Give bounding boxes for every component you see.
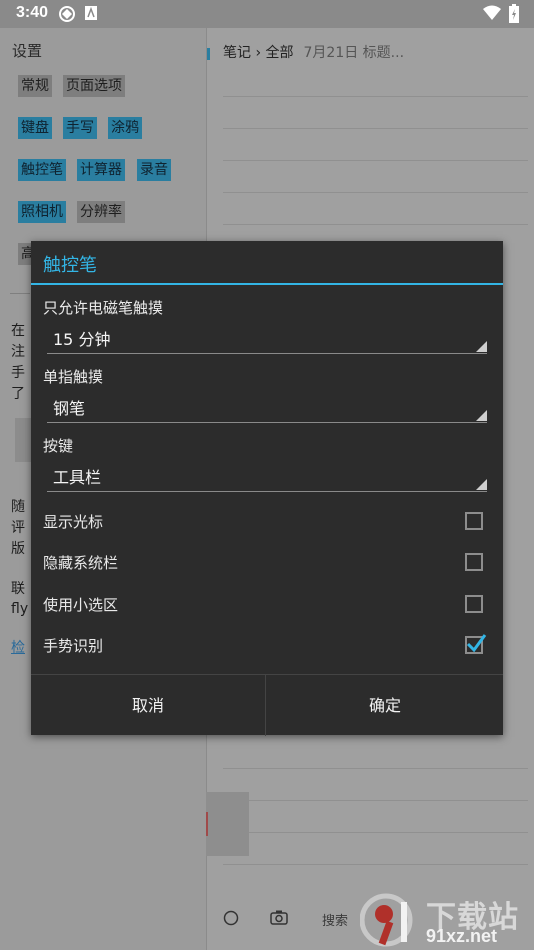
chip-page-options[interactable]: 页面选项 — [63, 75, 125, 97]
key-value: 工具栏 — [53, 468, 102, 487]
ok-button[interactable]: 确定 — [267, 675, 503, 736]
checkbox-label: 手势识别 — [43, 637, 104, 655]
dropdown-triangle-icon — [476, 479, 487, 490]
checkbox-row-show-cursor[interactable]: 显示光标 — [31, 501, 503, 541]
partial-text-7: 版 — [11, 541, 25, 557]
partial-text-6: 评 — [11, 520, 25, 536]
checkbox[interactable] — [465, 512, 483, 530]
note-line — [223, 192, 528, 193]
chip-handwriting[interactable]: 手写 — [63, 117, 97, 139]
status-bar: 3:40 — [0, 0, 534, 28]
checkbox-label: 使用小选区 — [43, 596, 119, 614]
app-icon-2 — [84, 5, 98, 26]
checkbox[interactable] — [465, 553, 483, 571]
divider — [10, 293, 30, 294]
note-line — [223, 96, 528, 97]
chip-stylus[interactable]: 触控笔 — [18, 159, 66, 181]
single-finger-label: 单指触摸 — [43, 368, 104, 386]
search-hint[interactable]: 7月21日 标题... — [304, 45, 405, 61]
note-line — [223, 864, 528, 865]
checkbox-row-small-selection[interactable]: 使用小选区 — [31, 584, 503, 624]
partial-link[interactable]: 检 — [11, 638, 25, 658]
breadcrumb-path[interactable]: 笔记 › 全部 — [223, 45, 294, 61]
thumbnail-marker — [206, 812, 208, 836]
camera-icon[interactable] — [270, 909, 288, 929]
wifi-icon — [482, 5, 502, 26]
chip-recording[interactable]: 录音 — [137, 159, 171, 181]
key-label: 按键 — [43, 437, 74, 455]
stylus-only-spinner[interactable]: 15 分钟 — [47, 324, 487, 354]
watermark: 下载站 91xz.net — [359, 892, 530, 950]
cancel-button[interactable]: 取消 — [31, 675, 266, 736]
note-line — [223, 832, 528, 833]
watermark-url: 91xz.net — [426, 926, 498, 946]
checkbox-row-gesture-recognition[interactable]: 手势识别 — [31, 625, 503, 665]
settings-title: 设置 — [12, 42, 43, 60]
note-line — [223, 224, 528, 225]
single-finger-spinner[interactable]: 钢笔 — [47, 393, 487, 423]
partial-text-4: 了 — [11, 386, 25, 402]
bottom-search[interactable]: 搜索 — [322, 910, 348, 929]
watermark-logo-icon — [359, 892, 424, 950]
note-line — [223, 800, 528, 801]
note-line — [223, 160, 528, 161]
checkmark-icon — [466, 634, 487, 653]
partial-text-1: 在 — [11, 323, 25, 339]
app-icon-1 — [58, 5, 76, 28]
key-spinner[interactable]: 工具栏 — [47, 462, 487, 492]
breadcrumb[interactable]: 笔记 › 全部 7月21日 标题... — [223, 42, 404, 62]
chip-calculator[interactable]: 计算器 — [77, 159, 125, 181]
chip-keyboard[interactable]: 键盘 — [18, 117, 52, 139]
checkbox-row-hide-system-bar[interactable]: 隐藏系统栏 — [31, 542, 503, 582]
dialog-title-divider — [31, 283, 503, 285]
checkbox-label: 显示光标 — [43, 513, 104, 531]
stylus-only-label: 只允许电磁笔触摸 — [43, 299, 164, 317]
partial-text-9: fly — [11, 601, 29, 617]
dropdown-triangle-icon — [476, 410, 487, 421]
checkbox-checked[interactable] — [465, 634, 487, 654]
checkbox-label: 隐藏系统栏 — [43, 554, 119, 572]
chip-resolution[interactable]: 分辨率 — [77, 201, 125, 223]
dialog-title: 触控笔 — [43, 255, 97, 276]
note-line — [223, 128, 528, 129]
stylus-only-value: 15 分钟 — [53, 330, 111, 349]
dialog-button-bar: 取消 确定 — [31, 674, 503, 736]
chip-doodle[interactable]: 涂鸦 — [108, 117, 142, 139]
dropdown-triangle-icon — [476, 341, 487, 352]
thumbnail-placeholder — [206, 792, 249, 856]
accent-marker — [207, 48, 210, 60]
circle-icon[interactable] — [223, 910, 239, 930]
partial-text-3: 手 — [11, 365, 25, 381]
partial-text-8: 联 — [11, 581, 25, 597]
partial-text-2: 注 — [11, 344, 25, 360]
stylus-dialog: 触控笔 只允许电磁笔触摸 15 分钟 单指触摸 钢笔 按键 工具栏 显示光标 隐… — [31, 241, 503, 736]
chip-camera[interactable]: 照相机 — [18, 201, 66, 223]
single-finger-value: 钢笔 — [53, 399, 86, 418]
battery-icon — [508, 4, 520, 29]
status-time: 3:40 — [16, 4, 49, 21]
note-line — [223, 768, 528, 769]
chip-general[interactable]: 常规 — [18, 75, 52, 97]
checkbox[interactable] — [465, 595, 483, 613]
partial-text-5: 随 — [11, 499, 25, 515]
